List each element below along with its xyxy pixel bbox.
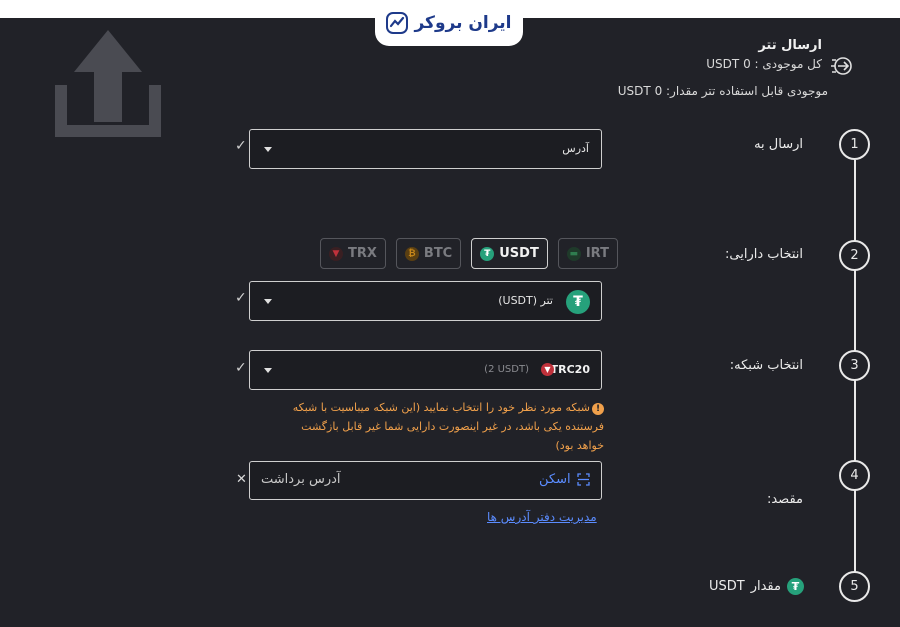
send-to-value: آدرس <box>562 142 589 155</box>
network-check-icon: ✓ <box>235 360 247 376</box>
scan-button[interactable]: اسکن <box>539 472 590 487</box>
network-fee: (2 USDT) <box>484 364 529 375</box>
network-warning-text: شبکه مورد نظر خود را انتخاب نمایید (این … <box>292 401 604 452</box>
step-5-circle: 5 <box>839 571 870 602</box>
asset-check-icon: ✓ <box>235 290 247 306</box>
step-3-label: انتخاب شبکه: <box>729 358 803 373</box>
asset-chip-usdt[interactable]: ₮ USDT <box>471 238 548 269</box>
network-name: TRC20 <box>550 363 590 376</box>
address-book-link[interactable]: مدیریت دفتر آدرس ها <box>487 510 597 524</box>
amount-currency: USDT <box>709 579 745 594</box>
asset-chip-label: IRT <box>585 246 609 261</box>
chevron-down-icon <box>264 299 272 304</box>
clear-icon[interactable]: ✕ <box>236 472 247 487</box>
step-1-circle: 1 <box>839 129 870 160</box>
rial-icon: ▬ <box>566 246 581 261</box>
asset-chip-trx[interactable]: ▼ TRX <box>320 238 386 269</box>
tether-icon: ₮ <box>786 578 804 595</box>
asset-select-value: تتر (USDT) <box>498 294 553 307</box>
step-4-circle: 4 <box>839 460 870 491</box>
chevron-down-icon <box>264 147 272 152</box>
asset-chip-irt[interactable]: ▬ IRT <box>557 238 618 269</box>
usable-balance: موجودی قابل استفاده تتر مقدار: 0 USDT <box>617 84 828 98</box>
destination-placeholder: آدرس برداشت <box>261 472 341 487</box>
network-warning: !شبکه مورد نظر خود را انتخاب نمایید (این… <box>282 398 604 455</box>
trx-icon: ▼ <box>329 246 343 261</box>
tron-icon: ▼ <box>541 363 554 376</box>
send-to-select[interactable]: آدرس <box>249 129 602 169</box>
page-header: ارسال تتر کل موجودی : 0 USDT <box>706 38 822 81</box>
step-4-label: مقصد: <box>766 492 803 507</box>
step-3-circle: 3 <box>839 350 870 381</box>
step-2-circle: 2 <box>839 240 870 271</box>
asset-chip-label: BTC <box>423 246 453 261</box>
scan-label: اسکن <box>539 472 571 487</box>
page-title: ارسال تتر <box>758 38 822 53</box>
send-crypto-icon <box>831 57 852 75</box>
amount-label: مقدار <box>750 579 781 594</box>
step-1-label: ارسال به <box>754 137 803 152</box>
asset-chip-label: USDT <box>499 246 539 261</box>
brand-logo[interactable]: ایران بروکر <box>375 0 523 46</box>
asset-chips: ▼ TRX ₿ BTC ₮ USDT ▬ IRT <box>320 238 618 269</box>
asset-select[interactable]: تتر (USDT) ₮ <box>249 281 602 321</box>
chart-trend-icon <box>386 12 409 34</box>
bitcoin-icon: ₿ <box>404 246 419 261</box>
logo-text: ایران بروکر <box>414 13 512 33</box>
step-5-label: ₮ مقدار USDT <box>709 578 804 595</box>
chevron-down-icon <box>264 368 272 373</box>
asset-chip-btc[interactable]: ₿ BTC <box>395 238 462 269</box>
tether-icon: ₮ <box>566 290 590 314</box>
tether-icon: ₮ <box>480 246 495 261</box>
step-2-label: انتخاب دارایی: <box>725 247 803 262</box>
total-balance: کل موجودی : 0 USDT <box>706 57 822 71</box>
warning-icon: ! <box>592 403 604 415</box>
network-select[interactable]: TRC20 ▼ (2 USDT) <box>249 350 602 390</box>
send-to-check-icon: ✓ <box>235 138 247 154</box>
upload-icon <box>55 30 161 137</box>
asset-chip-label: TRX <box>348 246 377 261</box>
scan-qr-icon <box>576 473 590 486</box>
